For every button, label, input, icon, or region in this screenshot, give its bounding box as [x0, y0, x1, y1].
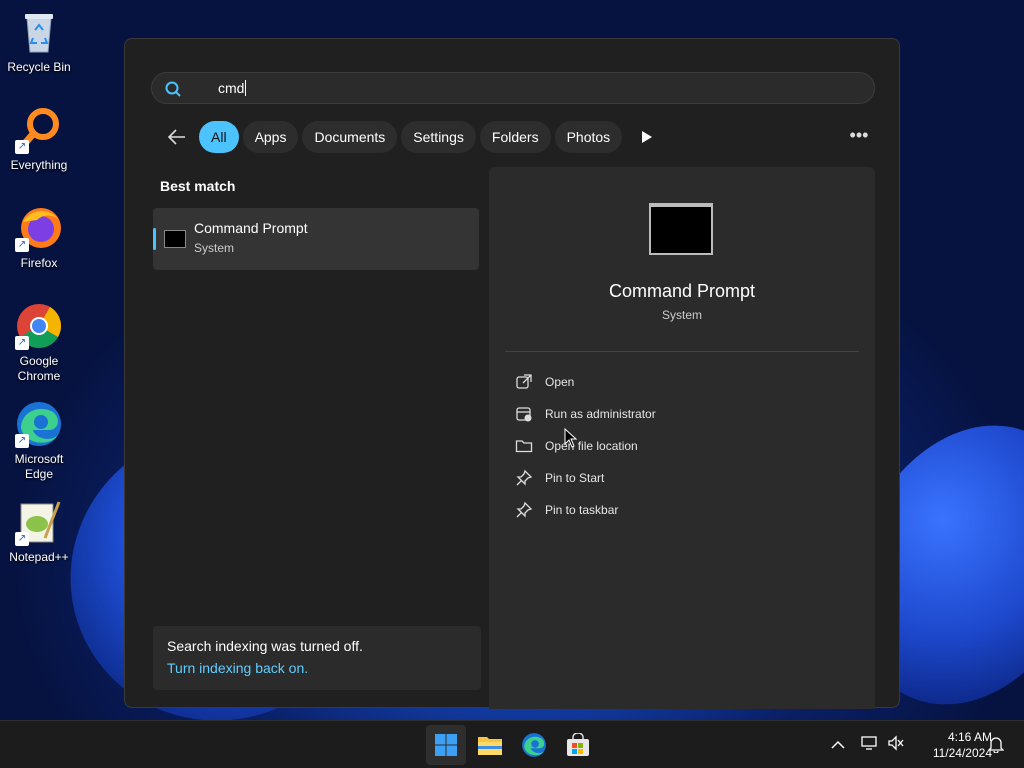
result-title: Command Prompt [194, 220, 308, 236]
desktop-icon-edge[interactable]: ↗ Microsoft Edge [4, 400, 74, 482]
pin-icon [516, 469, 533, 486]
more-filters-play-icon[interactable] [639, 129, 655, 145]
taskbar: 4:16 AM 11/24/2024 [0, 720, 1024, 768]
shortcut-arrow-icon: ↗ [15, 336, 29, 350]
search-icon [165, 81, 181, 97]
volume-muted-icon[interactable] [886, 735, 906, 755]
filter-bar: All Apps Documents Settings Folders Phot… [159, 121, 623, 153]
best-match-label: Best match [160, 178, 236, 194]
action-label: Run as administrator [545, 407, 656, 421]
desktop-icon-chrome[interactable]: ↗ Google Chrome [4, 302, 74, 384]
filter-chip-folders[interactable]: Folders [479, 121, 551, 153]
desktop-icon-label: Microsoft Edge [14, 452, 64, 481]
back-arrow-icon[interactable] [159, 121, 195, 153]
taskbar-store[interactable] [558, 725, 598, 765]
recycle-bin-icon [15, 8, 63, 56]
command-prompt-icon [164, 230, 186, 248]
divider [505, 351, 859, 352]
shortcut-arrow-icon: ↗ [15, 238, 29, 252]
start-icon [435, 734, 457, 756]
filter-chip-apps[interactable]: Apps [242, 121, 299, 153]
filter-chip-photos[interactable]: Photos [554, 121, 623, 153]
action-open-file-location[interactable]: Open file location [515, 434, 815, 458]
selection-indicator [153, 228, 156, 250]
desktop-icon-firefox[interactable]: ↗ Firefox [4, 204, 74, 271]
action-pin-to-start[interactable]: Pin to Start [515, 466, 815, 490]
command-prompt-large-icon [649, 203, 713, 255]
action-label: Pin to Start [545, 471, 605, 485]
action-run-as-administrator[interactable]: Run as administrator [515, 402, 815, 426]
network-icon[interactable] [860, 735, 880, 755]
detail-title: Command Prompt [608, 281, 756, 301]
indexing-notice: Search indexing was turned off. Turn ind… [153, 626, 481, 690]
clock-time: 4:16 AM [947, 730, 992, 744]
system-clock[interactable]: 4:16 AM 11/24/2024 [908, 729, 992, 761]
action-open[interactable]: Open [515, 370, 815, 394]
action-label: Open [545, 375, 575, 389]
result-subtitle: System [194, 241, 235, 255]
action-label: Pin to taskbar [545, 503, 619, 517]
firefox-icon: ↗ [15, 204, 63, 252]
desktop-icon-notepadpp[interactable]: ↗ Notepad++ [4, 498, 74, 565]
taskbar-file-explorer[interactable] [470, 725, 510, 765]
action-pin-to-taskbar[interactable]: Pin to taskbar [515, 498, 815, 522]
edge-icon [522, 733, 546, 757]
shortcut-arrow-icon: ↗ [15, 532, 29, 546]
search-panel: cmd All Apps Documents Settings Folders … [124, 38, 900, 709]
shield-admin-icon [516, 407, 532, 422]
desktop-icon-recycle-bin[interactable]: Recycle Bin [4, 8, 74, 75]
store-icon [567, 733, 589, 756]
detail-pane: Command Prompt System Open Run as admini… [489, 167, 875, 709]
open-external-icon [516, 374, 532, 389]
notification-bell-icon[interactable] [986, 735, 1006, 755]
shortcut-arrow-icon: ↗ [15, 434, 29, 448]
search-query: cmd [218, 80, 247, 96]
desktop-icon-label: Recycle Bin [7, 60, 71, 74]
clock-date: 11/24/2024 [932, 746, 992, 760]
more-horizontal-icon[interactable]: ••• [847, 125, 871, 149]
filter-chip-settings[interactable]: Settings [401, 121, 476, 153]
indexing-message: Search indexing was turned off. [167, 638, 363, 654]
filter-chip-all[interactable]: All [199, 121, 239, 153]
action-label: Open file location [545, 439, 638, 453]
notepadpp-icon: ↗ [15, 498, 63, 546]
desktop-icon-label: Notepad++ [9, 550, 69, 564]
desktop-icon-label: Google Chrome [17, 354, 61, 383]
mouse-cursor-icon [564, 428, 578, 448]
desktop-icon-label: Firefox [20, 256, 58, 270]
start-button[interactable] [426, 725, 466, 765]
show-hidden-icons-chevron-icon[interactable] [828, 735, 848, 755]
edge-icon: ↗ [15, 400, 63, 448]
indexing-link[interactable]: Turn indexing back on. [167, 660, 308, 676]
filter-chip-documents[interactable]: Documents [302, 121, 398, 153]
folder-icon [515, 440, 533, 453]
desktop-icon-label: Everything [10, 158, 68, 172]
best-match-result[interactable]: Command Prompt System [153, 208, 479, 270]
file-explorer-icon [478, 737, 502, 755]
shortcut-arrow-icon: ↗ [15, 140, 29, 154]
search-input[interactable]: cmd [151, 72, 875, 104]
chrome-icon: ↗ [15, 302, 63, 350]
desktop-icon-everything[interactable]: ↗ Everything [4, 106, 74, 173]
detail-subtitle: System [661, 308, 702, 322]
pin-icon [516, 501, 533, 518]
taskbar-edge[interactable] [514, 725, 554, 765]
everything-search-icon: ↗ [15, 106, 63, 154]
